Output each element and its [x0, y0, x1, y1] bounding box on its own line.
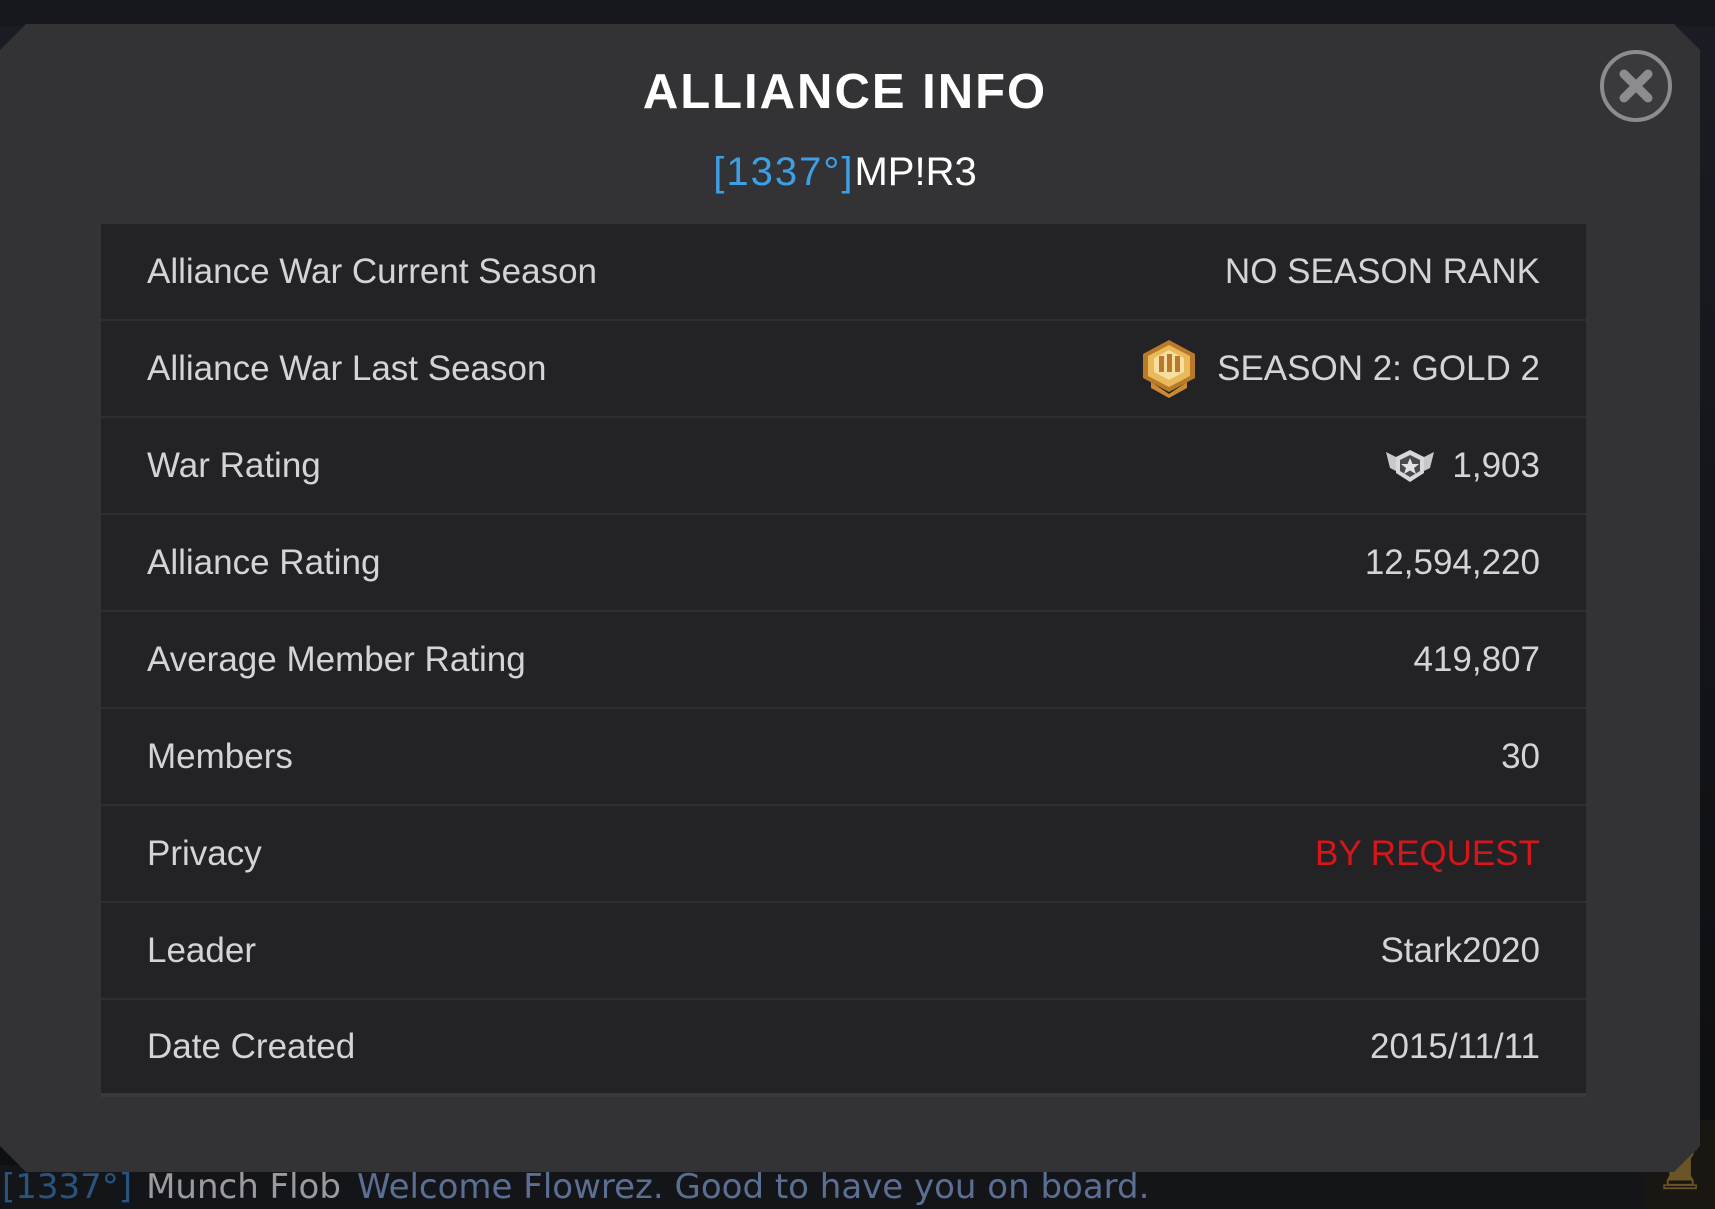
close-icon — [1616, 66, 1656, 106]
dialog-title: ALLIANCE INFO — [642, 65, 1048, 119]
row-label: Alliance War Current Season — [147, 251, 598, 291]
row-date-created: Date Created 2015/11/11 — [101, 1000, 1586, 1097]
row-value: 419,807 — [1413, 639, 1540, 679]
row-label: Average Member Rating — [147, 639, 526, 679]
privacy-status: BY REQUEST — [1315, 833, 1540, 873]
top-hud-strip — [0, 0, 1715, 26]
row-value: NO SEASON RANK — [1224, 251, 1540, 291]
chat-message: Welcome Flowrez. Good to have you on boa… — [356, 1167, 1150, 1207]
row-value: SEASON 2: GOLD 2 — [1217, 348, 1540, 388]
alliance-tag: [1337°] — [713, 150, 855, 194]
row-alliance-rating: Alliance Rating 12,594,220 — [101, 515, 1586, 612]
row-value: 12,594,220 — [1364, 542, 1540, 582]
alliance-name-line: [1337°]MP!R3 — [0, 150, 1690, 195]
row-war-rating: War Rating 1,903 — [101, 418, 1586, 515]
row-value-group: SEASON 2: GOLD 2 — [1137, 338, 1540, 400]
chat-alliance-tag: [1337°] — [2, 1167, 133, 1207]
row-label: Alliance Rating — [147, 542, 381, 582]
row-last-season: Alliance War Last Season SEASON 2: GOLD … — [101, 321, 1586, 418]
row-current-season: Alliance War Current Season NO SEASON RA… — [101, 224, 1586, 321]
alliance-info-dialog: ALLIANCE INFO [1337°]MP!R3 Alliance War … — [0, 24, 1700, 1172]
row-members: Members 30 — [101, 709, 1586, 806]
row-value: 30 — [1501, 736, 1540, 776]
alliance-name: MP!R3 — [854, 150, 977, 194]
row-average-member-rating: Average Member Rating 419,807 — [101, 612, 1586, 709]
row-value: 1,903 — [1452, 445, 1540, 485]
row-label: Members — [147, 736, 293, 776]
row-privacy: Privacy BY REQUEST — [101, 806, 1586, 903]
close-button[interactable] — [1600, 50, 1672, 122]
row-label: Leader — [147, 930, 256, 970]
gold-tier-badge-icon — [1137, 338, 1201, 400]
row-value: 2015/11/11 — [1370, 1026, 1540, 1066]
row-leader: Leader Stark2020 — [101, 903, 1586, 1000]
row-label: Date Created — [147, 1026, 356, 1066]
war-rating-emblem-icon — [1384, 446, 1436, 486]
row-value: Stark2020 — [1380, 930, 1540, 970]
row-label: Privacy — [147, 833, 262, 873]
alliance-stats-table: Alliance War Current Season NO SEASON RA… — [101, 224, 1586, 1097]
chat-sender: Munch Flob — [146, 1167, 341, 1207]
row-label: War Rating — [147, 445, 321, 485]
row-label: Alliance War Last Season — [147, 348, 547, 388]
row-value-group: 1,903 — [1384, 446, 1540, 486]
